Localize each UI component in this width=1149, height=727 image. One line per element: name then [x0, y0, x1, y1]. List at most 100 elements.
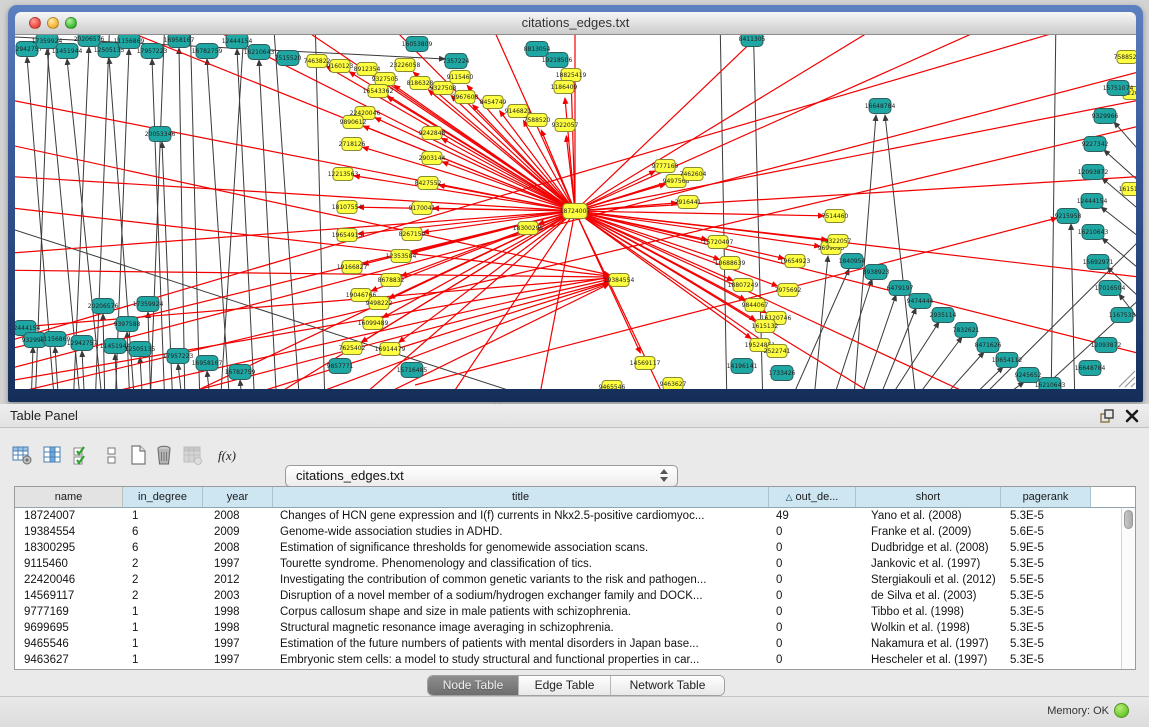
graph-node[interactable]: 12505135: [125, 342, 156, 357]
black-edge[interactable]: [830, 279, 872, 389]
red-edge[interactable]: [575, 35, 905, 211]
table-mode-button[interactable]: [10, 444, 34, 468]
graph-node[interactable]: 14569117: [630, 357, 661, 370]
graph-node[interactable]: 11156869: [114, 35, 145, 49]
graph-node[interactable]: 2522741: [764, 345, 791, 358]
graph-node[interactable]: 12942757: [67, 336, 98, 351]
graph-node[interactable]: 15716485: [397, 363, 428, 378]
table-cell[interactable]: 9699695: [15, 620, 123, 636]
graph-node[interactable]: 18107554: [332, 201, 363, 214]
table-cell[interactable]: 2: [123, 588, 203, 604]
graph-node[interactable]: 23226058: [390, 59, 421, 72]
network-canvas[interactable]: 1294275717359924114519442020657612505135…: [15, 35, 1136, 389]
table-cell[interactable]: 2008: [203, 540, 273, 556]
black-edge[interactable]: [220, 35, 245, 389]
graph-node[interactable]: 12444154: [222, 35, 253, 49]
graph-node[interactable]: 9327505: [372, 73, 399, 86]
graph-node[interactable]: 18825419: [556, 69, 587, 82]
graph-node[interactable]: 19654915: [332, 229, 363, 242]
graph-node[interactable]: 20053346: [145, 127, 176, 142]
graph-node[interactable]: 16210643: [244, 45, 275, 60]
graph-node[interactable]: 2718126: [339, 138, 366, 151]
table-cell[interactable]: 14569117: [15, 588, 123, 604]
graph-node[interactable]: 9245652: [1015, 368, 1042, 383]
graph-node[interactable]: 17957223: [163, 349, 194, 364]
window-resize-grip-icon[interactable]: [1119, 371, 1135, 387]
table-cell[interactable]: Tourette syndrome. Phenomenology and cla…: [273, 556, 769, 572]
table-cell[interactable]: 0: [769, 572, 856, 588]
table-cell[interactable]: 2: [123, 572, 203, 588]
table-cell[interactable]: 9465546: [15, 636, 123, 652]
function-builder-button[interactable]: f(x): [212, 444, 242, 468]
graph-node[interactable]: 9463627: [660, 378, 687, 390]
column-header-out_de[interactable]: △out_de...: [769, 487, 856, 507]
graph-node[interactable]: 1167533: [1109, 308, 1136, 323]
zoom-window-icon[interactable]: [65, 17, 77, 29]
table-cell[interactable]: 1998: [203, 604, 273, 620]
minimize-window-icon[interactable]: [47, 17, 59, 29]
graph-node[interactable]: 8471626: [975, 338, 1002, 353]
table-cell[interactable]: 2003: [203, 588, 273, 604]
table-cell[interactable]: 5.3E-5: [1001, 620, 1091, 636]
table-row[interactable]: 1872400712008Changes of HCN gene express…: [15, 508, 1135, 524]
table-cell[interactable]: Corpus callosum shape and size in male p…: [273, 604, 769, 620]
black-edge[interactable]: [31, 347, 33, 389]
table-row[interactable]: 969969511998Structural magnetic resonanc…: [15, 620, 1135, 636]
graph-node[interactable]: 9215958: [1055, 209, 1082, 224]
graph-node[interactable]: 17016504: [1095, 281, 1126, 296]
graph-node[interactable]: 8938923: [863, 265, 890, 280]
black-edge[interactable]: [720, 35, 727, 389]
graph-node[interactable]: 8454749: [480, 96, 507, 109]
table-cell[interactable]: Structural magnetic resonance image aver…: [273, 620, 769, 636]
tab-edge-table[interactable]: Edge Table: [519, 676, 611, 695]
column-header-year[interactable]: year: [203, 487, 273, 507]
table-cell[interactable]: 1997: [203, 556, 273, 572]
table-row[interactable]: 1456911722003Disruption of a novel membe…: [15, 588, 1135, 604]
table-cell[interactable]: Yano et al. (2008): [856, 508, 1001, 524]
red-edge[interactable]: [375, 118, 575, 211]
graph-node[interactable]: 16958167: [192, 356, 223, 371]
table-cell[interactable]: 2: [123, 556, 203, 572]
graph-node[interactable]: 1186409: [551, 81, 578, 94]
graph-node[interactable]: 7514460: [822, 210, 849, 223]
graph-node[interactable]: 7357224: [443, 54, 470, 69]
table-selector-dropdown[interactable]: citations_edges.txt: [285, 465, 678, 487]
graph-node[interactable]: 9322057: [825, 235, 852, 248]
black-edge[interactable]: [140, 357, 143, 389]
table-cell[interactable]: 5.5E-5: [1001, 572, 1091, 588]
tab-node-table[interactable]: Node Table: [428, 676, 519, 695]
table-cell[interactable]: Embryonic stem cells: a model to study s…: [273, 652, 769, 668]
select-all-rows-button[interactable]: [70, 444, 94, 468]
graph-node[interactable]: 9170041: [409, 202, 436, 215]
table-cell[interactable]: 1997: [203, 652, 273, 668]
new-column-button[interactable]: [126, 444, 150, 468]
table-cell[interactable]: 0: [769, 540, 856, 556]
table-cell[interactable]: 1: [123, 508, 203, 524]
table-cell[interactable]: Franke et al. (2009): [856, 524, 1001, 540]
table-cell[interactable]: 1: [123, 652, 203, 668]
graph-node[interactable]: 1840954: [839, 254, 866, 269]
table-cell[interactable]: 5.3E-5: [1001, 636, 1091, 652]
table-cell[interactable]: Disruption of a novel member of a sodium…: [273, 588, 769, 604]
column-header-title[interactable]: title: [273, 487, 769, 507]
graph-node[interactable]: 9227342: [1082, 137, 1109, 152]
table-cell[interactable]: Tibbo et al. (1998): [856, 604, 1001, 620]
table-cell[interactable]: 0: [769, 524, 856, 540]
table-cell[interactable]: Investigating the contribution of common…: [273, 572, 769, 588]
column-visibility-button[interactable]: [40, 444, 64, 468]
graph-node[interactable]: 14196141: [727, 359, 758, 374]
deselect-all-rows-button[interactable]: [100, 444, 124, 468]
table-cell[interactable]: Wolkin et al. (1998): [856, 620, 1001, 636]
black-edge[interactable]: [179, 48, 185, 389]
graph-node[interactable]: 6479197: [887, 281, 914, 296]
black-edge[interactable]: [908, 337, 962, 389]
window-titlebar[interactable]: citations_edges.txt: [15, 12, 1136, 35]
graph-node[interactable]: 16782759: [225, 365, 256, 380]
graph-node[interactable]: 7588520: [524, 114, 551, 127]
close-panel-icon[interactable]: [1124, 408, 1140, 424]
table-cell[interactable]: 0: [769, 604, 856, 620]
table-cell[interactable]: 2012: [203, 572, 273, 588]
graph-node[interactable]: 9242848: [419, 127, 446, 140]
table-cell[interactable]: Changes of HCN gene expression and I(f) …: [273, 508, 769, 524]
table-cell[interactable]: 5.3E-5: [1001, 556, 1091, 572]
